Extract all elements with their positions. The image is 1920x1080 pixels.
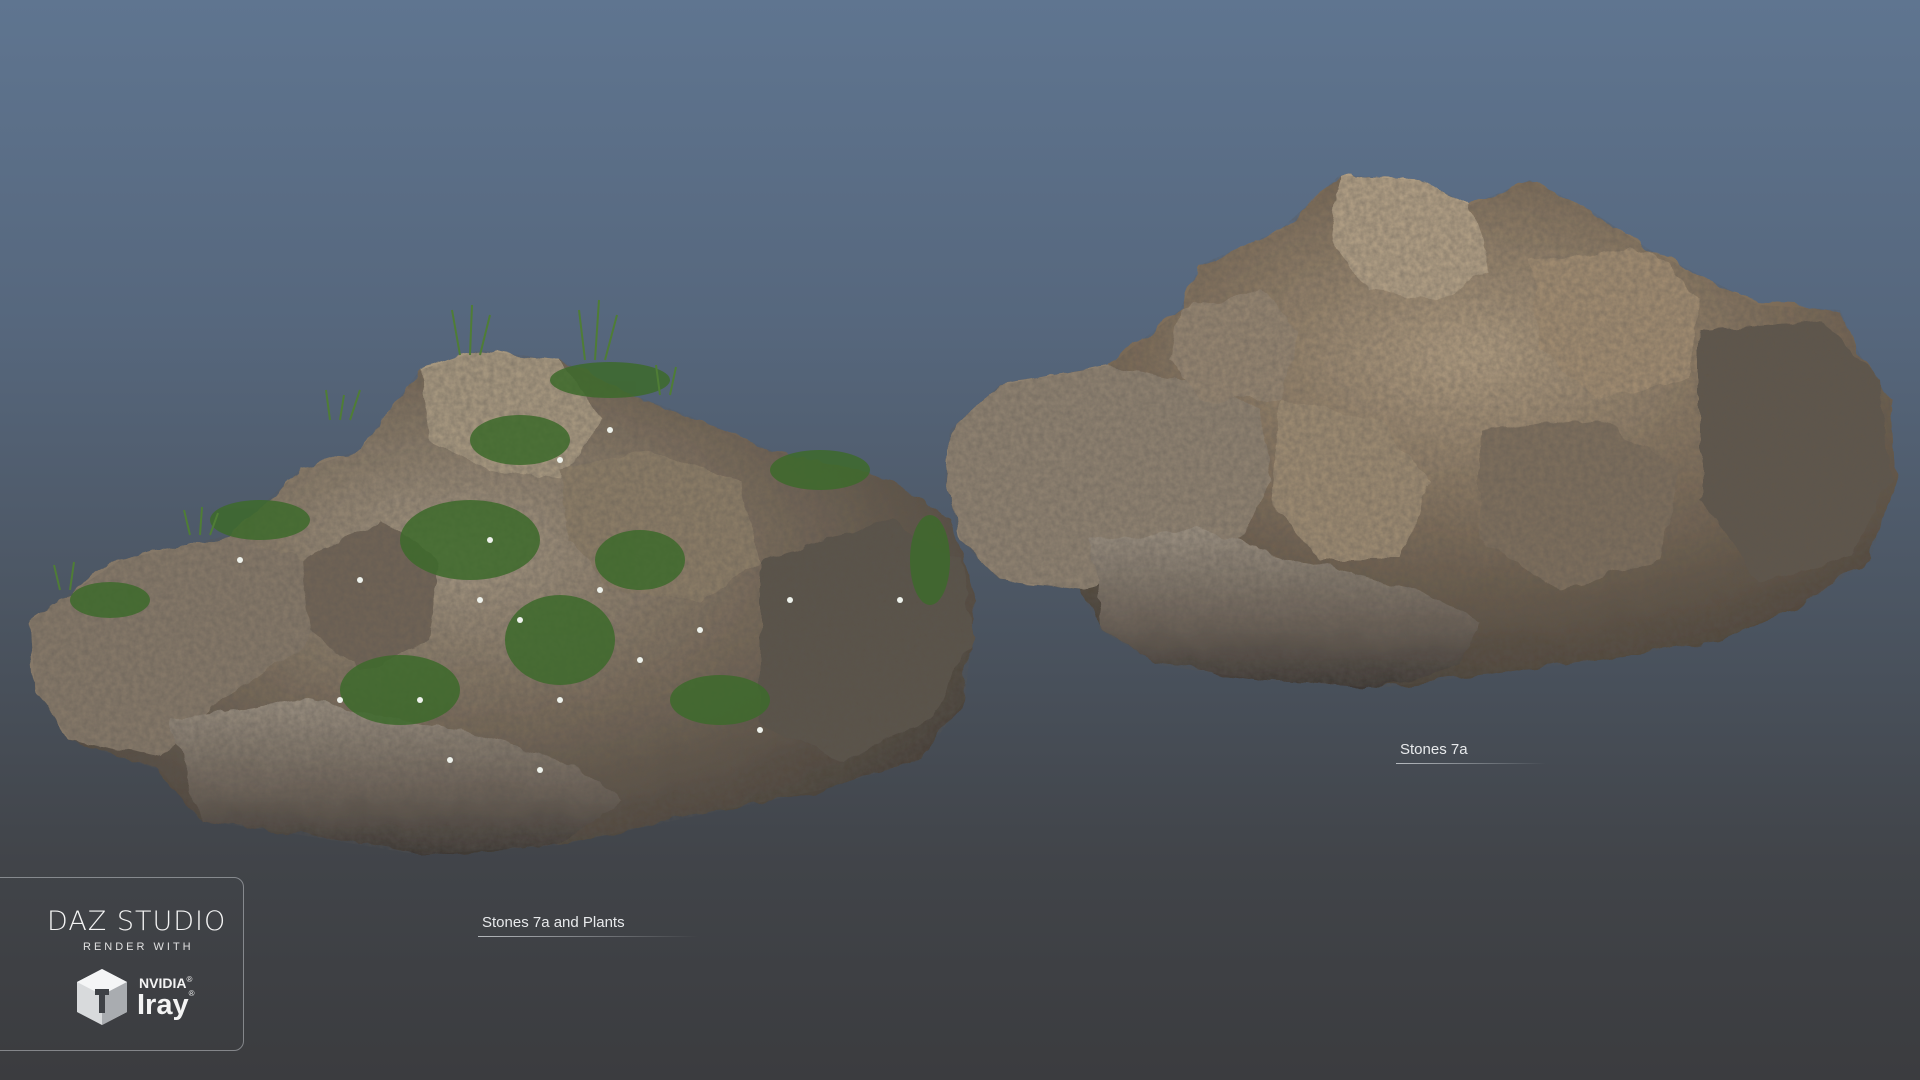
render-scene [30, 175, 1895, 855]
caption-stones: Stones 7a [1396, 741, 1546, 764]
iray-label: Iray® [137, 989, 195, 1021]
render-badge: DAZ STUDIO RENDER WITH NVIDIA® Iray® [0, 877, 244, 1051]
render-with-label: RENDER WITH [83, 941, 194, 953]
iray-cube-icon [77, 969, 127, 1025]
daz-studio-logo-text: DAZ STUDIO [47, 906, 227, 937]
caption-stones-and-plants: Stones 7a and Plants [478, 914, 698, 937]
rock-texture-right [945, 175, 1895, 688]
